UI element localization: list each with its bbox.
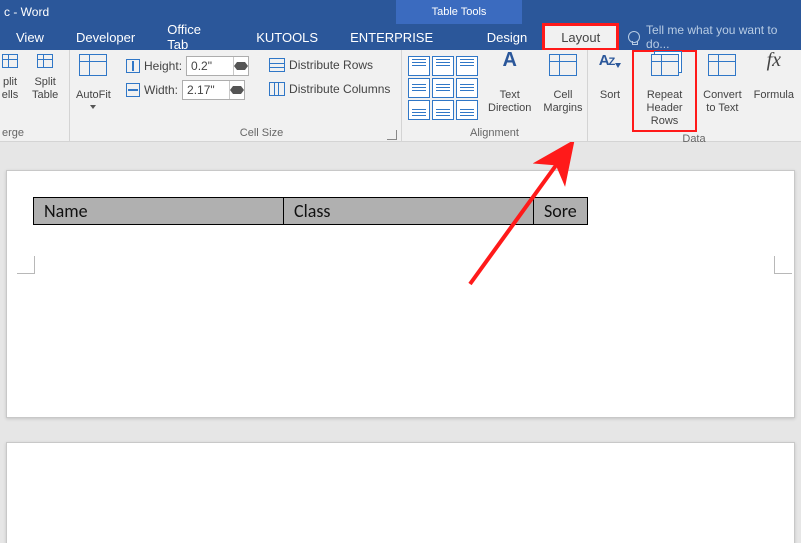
table-header-cell[interactable]: Class bbox=[284, 198, 534, 225]
page-1: Name Class Sore bbox=[6, 170, 795, 418]
split-table-icon bbox=[37, 54, 53, 68]
sort-button[interactable]: AZ Sort bbox=[588, 50, 632, 102]
text-direction-button[interactable]: A Text Direction bbox=[482, 50, 537, 115]
width-input[interactable] bbox=[183, 83, 229, 97]
table-header-row[interactable]: Name Class Sore bbox=[34, 198, 588, 225]
split-cells-button[interactable]: plit ells bbox=[0, 50, 26, 102]
lightbulb-icon bbox=[628, 31, 640, 43]
distribute-rows-button[interactable]: Distribute Rows bbox=[265, 56, 394, 74]
group-alignment: A Text Direction Cell Margins Alignment bbox=[402, 50, 588, 142]
tab-layout[interactable]: Layout bbox=[543, 24, 618, 50]
distribute-columns-button[interactable]: Distribute Columns bbox=[265, 80, 394, 98]
tab-developer[interactable]: Developer bbox=[60, 24, 151, 50]
text-direction-icon: A bbox=[494, 54, 526, 86]
chevron-down-icon bbox=[90, 105, 96, 109]
split-cells-icon bbox=[2, 54, 18, 68]
tab-office-tab[interactable]: Office Tab bbox=[151, 24, 240, 50]
group-label-cell-size: Cell Size bbox=[122, 126, 401, 142]
repeat-header-rows-icon bbox=[651, 54, 679, 76]
contextual-tab-title: Table Tools bbox=[396, 0, 522, 24]
align-top-right[interactable] bbox=[456, 56, 478, 76]
group-label-merge: erge bbox=[0, 126, 69, 142]
page-margin-mark bbox=[17, 256, 35, 274]
alignment-grid bbox=[402, 50, 482, 120]
width-spinner[interactable] bbox=[182, 80, 245, 100]
width-down[interactable] bbox=[230, 90, 244, 99]
width-label: Width: bbox=[144, 83, 178, 97]
document-area[interactable]: Name Class Sore bbox=[0, 142, 801, 543]
group-label-alignment: Alignment bbox=[402, 126, 587, 142]
cell-margins-button[interactable]: Cell Margins bbox=[537, 50, 588, 115]
convert-to-text-icon bbox=[708, 54, 736, 76]
formula-icon: fx bbox=[758, 54, 790, 86]
align-bottom-right[interactable] bbox=[456, 100, 478, 120]
group-cell-size: Height: Width: bbox=[122, 50, 402, 142]
height-up[interactable] bbox=[234, 57, 248, 66]
cell-size-dialog-launcher[interactable] bbox=[387, 130, 397, 140]
tell-me-search[interactable]: Tell me what you want to do... bbox=[618, 24, 801, 50]
tab-view[interactable]: View bbox=[0, 24, 60, 50]
height-input[interactable] bbox=[187, 59, 233, 73]
tab-enterprise[interactable]: ENTERPRISE bbox=[334, 24, 449, 50]
align-middle-center[interactable] bbox=[432, 78, 454, 98]
repeat-header-rows-button[interactable]: Repeat Header Rows bbox=[632, 50, 697, 132]
autofit-icon bbox=[79, 54, 107, 76]
height-down[interactable] bbox=[234, 66, 248, 75]
split-table-button[interactable]: Split Table bbox=[26, 50, 64, 102]
tell-me-placeholder: Tell me what you want to do... bbox=[646, 23, 801, 51]
align-top-center[interactable] bbox=[432, 56, 454, 76]
align-bottom-left[interactable] bbox=[408, 100, 430, 120]
table-header-cell[interactable]: Sore bbox=[534, 198, 588, 225]
cell-margins-icon bbox=[549, 54, 577, 76]
page-margin-mark bbox=[774, 256, 792, 274]
row-height-icon bbox=[126, 59, 140, 73]
sort-icon: AZ bbox=[599, 52, 615, 69]
window-titlebar: c - Word Table Tools bbox=[0, 0, 801, 24]
height-spinner[interactable] bbox=[186, 56, 249, 76]
tab-kutools[interactable]: KUTOOLS bbox=[240, 24, 334, 50]
distribute-rows-icon bbox=[269, 58, 285, 72]
align-middle-right[interactable] bbox=[456, 78, 478, 98]
table-header-cell[interactable]: Name bbox=[34, 198, 284, 225]
formula-button[interactable]: fx Formula bbox=[748, 50, 800, 102]
width-up[interactable] bbox=[230, 81, 244, 90]
align-middle-left[interactable] bbox=[408, 78, 430, 98]
ribbon-tabs: View Developer Office Tab KUTOOLS ENTERP… bbox=[0, 24, 801, 50]
convert-to-text-button[interactable]: Convert to Text bbox=[697, 50, 748, 115]
autofit-button[interactable]: AutoFit bbox=[70, 50, 117, 109]
page-2 bbox=[6, 442, 795, 543]
col-width-icon bbox=[126, 83, 140, 97]
align-top-left[interactable] bbox=[408, 56, 430, 76]
height-label: Height: bbox=[144, 59, 182, 73]
group-data: AZ Sort Repeat Header Rows Convert to Te… bbox=[588, 50, 800, 142]
tab-design[interactable]: Design bbox=[471, 24, 543, 50]
app-title: c - Word bbox=[0, 5, 49, 19]
distribute-columns-icon bbox=[269, 82, 285, 96]
group-merge: plit ells Split Table erge bbox=[0, 50, 70, 142]
ribbon: plit ells Split Table erge AutoFit bbox=[0, 50, 801, 142]
autofit-wrap: AutoFit bbox=[70, 50, 122, 142]
document-table[interactable]: Name Class Sore bbox=[33, 197, 588, 225]
align-bottom-center[interactable] bbox=[432, 100, 454, 120]
